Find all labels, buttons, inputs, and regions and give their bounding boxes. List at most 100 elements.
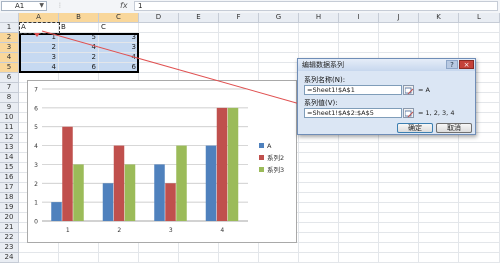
cell-e2[interactable]	[179, 33, 219, 43]
row-header-22[interactable]: 22	[0, 233, 19, 243]
cell-k13[interactable]	[419, 143, 459, 153]
cell-l22[interactable]	[459, 233, 500, 243]
row-header-2[interactable]: 2	[0, 33, 19, 43]
cell-d5[interactable]	[139, 63, 179, 73]
cell-j18[interactable]	[379, 193, 419, 203]
cell-b5[interactable]: 6	[59, 63, 99, 73]
cell-h3[interactable]	[299, 43, 339, 53]
row-header-10[interactable]: 10	[0, 113, 19, 123]
cell-j23[interactable]	[379, 243, 419, 253]
cell-l2[interactable]	[459, 33, 500, 43]
row-header-11[interactable]: 11	[0, 123, 19, 133]
series-name-input[interactable]: =Sheet1!$A$1	[304, 85, 402, 95]
cell-f5[interactable]	[219, 63, 259, 73]
row-header-19[interactable]: 19	[0, 203, 19, 213]
cell-h20[interactable]	[299, 213, 339, 223]
cell-h2[interactable]	[299, 33, 339, 43]
cell-l17[interactable]	[459, 183, 500, 193]
cell-i23[interactable]	[339, 243, 379, 253]
cell-l21[interactable]	[459, 223, 500, 233]
cell-g3[interactable]	[259, 43, 299, 53]
row-header-23[interactable]: 23	[0, 243, 19, 253]
cell-k17[interactable]	[419, 183, 459, 193]
cell-k14[interactable]	[419, 153, 459, 163]
cell-l15[interactable]	[459, 163, 500, 173]
cell-k15[interactable]	[419, 163, 459, 173]
cell-i15[interactable]	[339, 163, 379, 173]
cell-d3[interactable]	[139, 43, 179, 53]
cell-f2[interactable]	[219, 33, 259, 43]
row-header-13[interactable]: 13	[0, 143, 19, 153]
cell-l20[interactable]	[459, 213, 500, 223]
name-box[interactable]: A1 ▼	[1, 1, 47, 11]
cell-a1[interactable]: A	[19, 23, 59, 33]
column-header-e[interactable]: E	[179, 13, 219, 23]
column-header-h[interactable]: H	[299, 13, 339, 23]
row-header-3[interactable]: 3	[0, 43, 19, 53]
row-header-8[interactable]: 8	[0, 93, 19, 103]
cell-d23[interactable]	[139, 243, 179, 253]
cell-k19[interactable]	[419, 203, 459, 213]
cell-l3[interactable]	[459, 43, 500, 53]
cell-j2[interactable]	[379, 33, 419, 43]
cell-l18[interactable]	[459, 193, 500, 203]
resize-handle-icon[interactable]: ⋮	[57, 2, 64, 9]
cell-c2[interactable]: 3	[99, 33, 139, 43]
cell-i1[interactable]	[339, 23, 379, 33]
cell-j3[interactable]	[379, 43, 419, 53]
cell-h18[interactable]	[299, 193, 339, 203]
row-header-15[interactable]: 15	[0, 163, 19, 173]
cell-j1[interactable]	[379, 23, 419, 33]
cell-k2[interactable]	[419, 33, 459, 43]
cell-h14[interactable]	[299, 153, 339, 163]
series-values-input[interactable]: =Sheet1!$A$2:$A$5	[304, 108, 402, 118]
cell-c1[interactable]: C	[99, 23, 139, 33]
cell-b1[interactable]: B	[59, 23, 99, 33]
column-header-c[interactable]: C	[99, 13, 139, 23]
cell-l14[interactable]	[459, 153, 500, 163]
cell-j15[interactable]	[379, 163, 419, 173]
cell-i17[interactable]	[339, 183, 379, 193]
cell-i19[interactable]	[339, 203, 379, 213]
cell-i3[interactable]	[339, 43, 379, 53]
row-header-9[interactable]: 9	[0, 103, 19, 113]
cell-h1[interactable]	[299, 23, 339, 33]
series-values-range-button[interactable]	[403, 108, 414, 118]
cell-i2[interactable]	[339, 33, 379, 43]
cell-i13[interactable]	[339, 143, 379, 153]
column-header-a[interactable]: A	[19, 13, 59, 23]
cell-f4[interactable]	[219, 53, 259, 63]
cell-k3[interactable]	[419, 43, 459, 53]
cell-a5[interactable]: 4	[19, 63, 59, 73]
column-header-g[interactable]: G	[259, 13, 299, 23]
cell-k20[interactable]	[419, 213, 459, 223]
cell-j16[interactable]	[379, 173, 419, 183]
cell-b23[interactable]	[59, 243, 99, 253]
column-header-i[interactable]: I	[339, 13, 379, 23]
close-button[interactable]: ×	[459, 60, 474, 69]
cell-a4[interactable]: 3	[19, 53, 59, 63]
select-all-corner[interactable]	[0, 13, 19, 23]
row-header-5[interactable]: 5	[0, 63, 19, 73]
formula-input[interactable]: 1	[134, 1, 498, 11]
cell-g4[interactable]	[259, 53, 299, 63]
cell-i20[interactable]	[339, 213, 379, 223]
cancel-button[interactable]: 取消	[436, 123, 472, 133]
cell-k23[interactable]	[419, 243, 459, 253]
help-button[interactable]: ?	[446, 60, 458, 69]
row-header-7[interactable]: 7	[0, 83, 19, 93]
cell-h15[interactable]	[299, 163, 339, 173]
cell-a2[interactable]: 1	[19, 33, 59, 43]
row-header-1[interactable]: 1	[0, 23, 19, 33]
cell-e1[interactable]	[179, 23, 219, 33]
cell-k16[interactable]	[419, 173, 459, 183]
row-header-4[interactable]: 4	[0, 53, 19, 63]
cell-h16[interactable]	[299, 173, 339, 183]
row-header-20[interactable]: 20	[0, 213, 19, 223]
cell-e3[interactable]	[179, 43, 219, 53]
cell-d4[interactable]	[139, 53, 179, 63]
cell-j20[interactable]	[379, 213, 419, 223]
cell-h13[interactable]	[299, 143, 339, 153]
row-header-12[interactable]: 12	[0, 133, 19, 143]
cell-g2[interactable]	[259, 33, 299, 43]
